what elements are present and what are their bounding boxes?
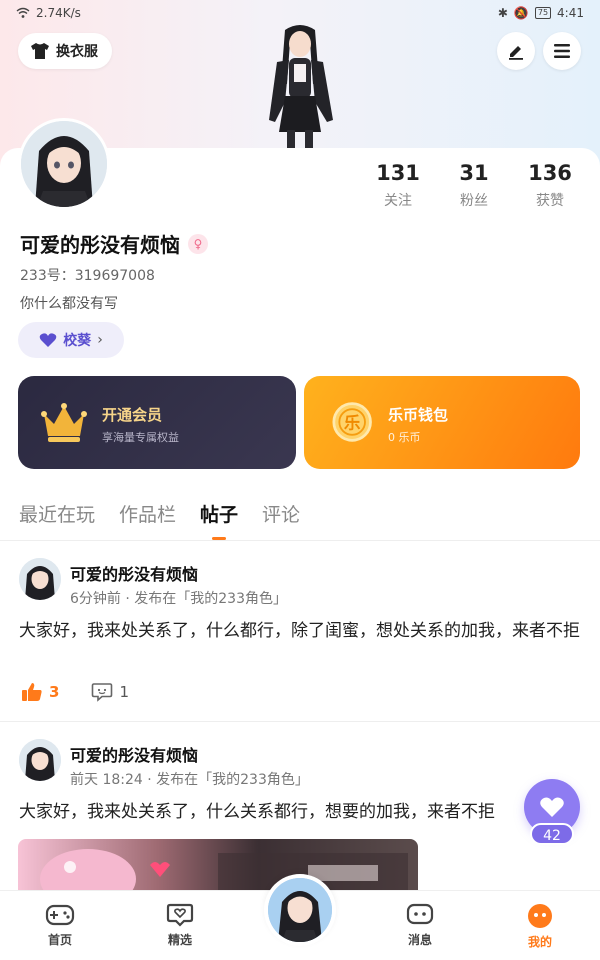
post-meta: 6分钟前 · 发布在「我的233角色」 (70, 591, 287, 607)
following-label: 关注 (384, 193, 412, 209)
floating-like-count: 42 (530, 823, 574, 845)
edit-profile-button[interactable] (497, 32, 535, 70)
post-comment-count: 1 (119, 683, 129, 701)
post-comment-button[interactable]: 1 (91, 682, 129, 702)
character-model-image[interactable] (255, 22, 345, 152)
nav-messages-label: 消息 (407, 933, 432, 947)
tab-comments[interactable]: 评论 (262, 500, 300, 540)
coin-icon-char: 乐 (344, 413, 361, 432)
coin-icon: 乐 (332, 402, 372, 442)
profile-name: 可爱的彤没有烦恼 (20, 233, 180, 257)
battery-icon: 75 (534, 7, 552, 19)
message-icon (406, 903, 434, 925)
avatar-image (21, 121, 107, 207)
followers-label: 粉丝 (460, 193, 488, 209)
post-meta: 前天 18:24 · 发布在「我的233角色」 (70, 772, 309, 788)
followers-count: 31 (459, 161, 489, 185)
likes-label: 获赞 (536, 193, 564, 209)
nav-home[interactable]: 首页 (0, 891, 120, 960)
wallet-card-title: 乐币钱包 (388, 406, 449, 424)
followers-stat[interactable]: 31 粉丝 (436, 160, 512, 210)
profile-stats: 131 关注 31 粉丝 136 获赞 (360, 160, 590, 210)
face-icon (528, 904, 552, 928)
post-avatar-image (19, 739, 61, 781)
comment-icon (92, 683, 113, 702)
following-stat[interactable]: 131 关注 (360, 160, 436, 210)
heart-chat-icon (166, 903, 194, 927)
post-author-name[interactable]: 可爱的彤没有烦恼 (70, 561, 198, 585)
menu-icon (554, 44, 570, 58)
bluetooth-icon: ✱ (497, 6, 508, 20)
nav-avatar-image (268, 878, 332, 942)
tab-recently-played[interactable]: 最近在玩 (19, 500, 95, 540)
network-speed: 2.74K/s (36, 6, 81, 20)
female-gender-icon: ♀ (188, 233, 208, 254)
nav-messages[interactable]: 消息 (360, 891, 480, 960)
post-text[interactable]: 大家好，我来处关系了，什么关系都行，想要的加我，来者不拒 (19, 799, 529, 825)
likes-count: 136 (528, 161, 572, 185)
nav-avatar (268, 878, 332, 942)
change-outfit-button[interactable]: 换衣服 (18, 33, 112, 69)
post-like-count: 3 (49, 683, 60, 701)
post-author-avatar[interactable] (19, 558, 61, 600)
wifi-icon (16, 7, 30, 18)
school-badge-label: 校葵 (63, 333, 92, 349)
wallet-card[interactable]: 乐 乐币钱包 0 乐币 (304, 376, 580, 469)
nav-home-label: 首页 (47, 933, 72, 947)
post-card[interactable]: 可爱的彤没有烦恼 前天 18:24 · 发布在「我的233角色」 大家好，我来处… (0, 722, 600, 899)
mute-icon: 🔕 (513, 6, 529, 20)
user-bio: 你什么都没有写 (20, 296, 118, 312)
post-author-avatar[interactable] (19, 739, 61, 781)
user-id[interactable]: 233号：319697008 (20, 265, 155, 285)
gamepad-icon (45, 904, 75, 926)
post-card[interactable]: 可爱的彤没有烦恼 6分钟前 · 发布在「我的233角色」 大家好，我来处关系了，… (0, 541, 600, 721)
menu-button[interactable] (543, 32, 581, 70)
thumbs-up-icon (22, 683, 42, 701)
likes-stat[interactable]: 136 获赞 (512, 160, 588, 210)
profile-name-row: 可爱的彤没有烦恼 ♀ (20, 229, 208, 258)
nav-featured-label: 精选 (167, 933, 192, 947)
heart-icon (39, 333, 57, 347)
profile-tabs: 最近在玩 作品栏 帖子 评论 (0, 500, 600, 540)
following-count: 131 (376, 161, 420, 185)
floating-like-button[interactable]: 42 (524, 779, 580, 845)
tab-posts[interactable]: 帖子 (200, 500, 238, 540)
post-like-button[interactable]: 3 (21, 682, 59, 702)
post-actions: 3 1 (21, 682, 129, 702)
profile-avatar[interactable] (18, 118, 110, 210)
vip-membership-card[interactable]: 开通会员 享海量专属权益 (18, 376, 296, 469)
nav-avatar-button[interactable] (264, 874, 336, 946)
crown-icon (41, 403, 87, 442)
tshirt-icon (31, 43, 49, 59)
school-badge-button[interactable]: 校葵 › (18, 322, 124, 358)
change-outfit-label: 换衣服 (56, 44, 98, 60)
post-text[interactable]: 大家好，我来处关系了，什么都行，除了闺蜜，想处关系的加我，来者不拒 (19, 618, 581, 644)
nav-me-label: 我的 (527, 935, 552, 949)
chevron-right-icon: › (97, 332, 103, 348)
clock: 4:41 (557, 6, 584, 20)
nav-me[interactable]: 我的 (480, 891, 600, 960)
pencil-icon (509, 46, 523, 60)
post-avatar-image (19, 558, 61, 600)
vip-card-title: 开通会员 (102, 406, 163, 424)
wallet-card-balance: 0 乐币 (388, 431, 421, 444)
tab-works[interactable]: 作品栏 (119, 500, 176, 540)
post-author-name[interactable]: 可爱的彤没有烦恼 (70, 742, 198, 766)
heart-icon (540, 797, 564, 817)
nav-featured[interactable]: 精选 (120, 891, 240, 960)
vip-card-subtitle: 享海量专属权益 (102, 431, 179, 444)
